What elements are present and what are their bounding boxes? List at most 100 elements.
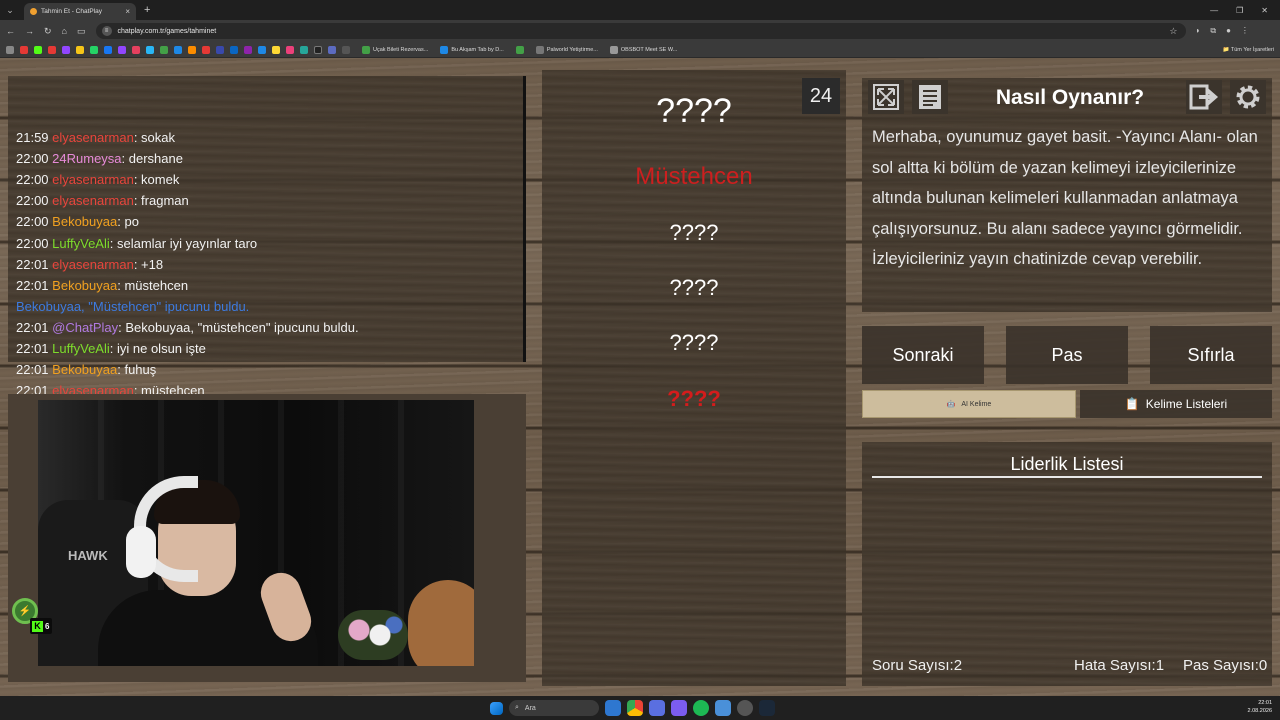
bookmark-icon[interactable] — [515, 45, 524, 54]
home-icon[interactable]: ⌂ — [62, 26, 67, 36]
settings-button[interactable] — [1230, 80, 1266, 114]
chat-time: 22:00 — [16, 151, 49, 167]
chat-message: 22:01 @ChatPlay: Bekobuyaa, "müstehcen" … — [16, 320, 359, 335]
chat-username[interactable]: elyasenarman — [52, 130, 134, 145]
bookmark-twitch-icon[interactable] — [62, 45, 70, 54]
chat-username[interactable]: 24Rumeysa — [52, 151, 121, 166]
extensions-puzzle-icon[interactable]: ⧉ — [1210, 26, 1216, 36]
word-lists-tab[interactable]: 📋 Kelime Listeleri — [1080, 390, 1272, 418]
menu-dots-icon[interactable]: ⋮ — [1241, 26, 1249, 36]
all-bookmarks[interactable]: 📁 Tüm Yer İşaretleri — [1223, 47, 1274, 53]
profile-avatar-icon[interactable]: ● — [1226, 26, 1231, 36]
bookmark-icon[interactable] — [188, 45, 196, 54]
bookmark-flights[interactable]: Uçak Bileti Rezervas... — [362, 45, 428, 54]
site-info-icon[interactable]: ≡ — [101, 26, 112, 36]
chat-message: 22:01 Bekobuyaa: fuhuş — [16, 362, 156, 377]
bookmark-palworld[interactable]: Palworld Yetiştirme... — [535, 45, 598, 54]
chat-text: : sokak — [133, 130, 176, 145]
split-view-icon[interactable]: ▭ — [77, 26, 86, 37]
chat-message: 22:01 LuffyVeAli: iyi ne olsun işte — [16, 341, 206, 356]
chrome-icon[interactable] — [627, 700, 643, 716]
discord-icon[interactable] — [671, 700, 687, 716]
bookmark-icon[interactable] — [146, 45, 154, 54]
notes-button[interactable] — [912, 80, 948, 114]
bookmark-icon[interactable] — [300, 45, 308, 54]
reload-icon[interactable]: ↻ — [44, 26, 52, 37]
close-tab-icon[interactable]: × — [125, 7, 130, 16]
new-tab-icon[interactable]: + — [144, 4, 150, 16]
bookmark-obsbot[interactable]: OBSBOT Meet SE W... — [609, 45, 677, 54]
app-icon[interactable] — [715, 700, 731, 716]
back-icon[interactable]: ← — [6, 26, 15, 36]
bookmark-icon[interactable] — [272, 45, 280, 54]
taskbar-search[interactable]: ⌕ Ara — [509, 700, 599, 716]
restore-icon[interactable]: ❐ — [1236, 6, 1243, 15]
bookmark-icon[interactable] — [258, 45, 266, 54]
bookmark-star-icon[interactable]: ☆ — [1169, 26, 1177, 37]
apps-grid-icon[interactable] — [6, 45, 14, 54]
chat-time: 22:01 — [16, 362, 49, 378]
viewer-count: 6 — [45, 621, 50, 631]
kick-viewer-badge: K 6 — [30, 618, 52, 634]
document-icon — [919, 85, 941, 109]
system-clock[interactable]: 22:01 2.08.2026 — [1248, 699, 1272, 715]
gear-icon — [1236, 85, 1260, 109]
fullscreen-button[interactable] — [868, 80, 904, 114]
chat-text: : dershane — [121, 151, 183, 167]
app-icon[interactable] — [649, 700, 665, 716]
bookmark-icon[interactable] — [244, 45, 252, 54]
next-button[interactable]: Sonraki — [862, 326, 984, 384]
bookmark-icon[interactable] — [160, 45, 168, 54]
steam-icon[interactable] — [759, 700, 775, 716]
bookmark-facebook-icon[interactable] — [104, 45, 112, 54]
forward-icon[interactable]: → — [25, 26, 34, 36]
bookmark-icon[interactable] — [216, 45, 224, 54]
chat-time: 22:00 — [16, 172, 49, 188]
browser-tab[interactable]: Tahmin Et - ChatPlay × — [24, 3, 136, 20]
close-window-icon[interactable]: ✕ — [1261, 6, 1268, 15]
bookmark-favicon-icon — [362, 45, 370, 54]
bookmark-icon[interactable] — [286, 45, 294, 54]
bookmark-icon[interactable] — [118, 45, 126, 54]
hint-word: ???? — [669, 275, 719, 300]
bookmark-linkedin-icon[interactable] — [230, 45, 238, 54]
reset-button[interactable]: Sıfırla — [1150, 326, 1272, 384]
bookmark-instagram-icon[interactable] — [132, 45, 140, 54]
bookmark-icon[interactable] — [48, 45, 56, 54]
bookmark-icon[interactable] — [174, 45, 182, 54]
bookmark-icon[interactable] — [342, 45, 350, 54]
bookmark-kick-icon[interactable] — [34, 45, 42, 54]
chat-username[interactable]: LuffyVeAli — [52, 341, 110, 356]
spotify-icon[interactable] — [693, 700, 709, 716]
chat-message: 22:01 Bekobuyaa: müstehcen — [16, 278, 188, 293]
bookmark-whatsapp-icon[interactable] — [90, 45, 98, 54]
chat-username[interactable]: elyasenarman — [52, 193, 134, 208]
tab-search-icon[interactable]: ⌄ — [0, 0, 20, 20]
chat-username[interactable]: elyasenarman — [52, 257, 134, 272]
pass-button[interactable]: Pas — [1006, 326, 1128, 384]
chat-username[interactable]: LuffyVeAli — [52, 236, 110, 251]
url-text: chatplay.com.tr/games/tahminet — [117, 27, 217, 35]
extension-icon[interactable]: ◗ — [1196, 26, 1201, 36]
howto-text: Merhaba, oyunumuz gayet basit. -Yayıncı … — [872, 128, 1258, 268]
bookmark-icon[interactable] — [328, 45, 336, 54]
obs-icon[interactable] — [737, 700, 753, 716]
bookmark-icon[interactable] — [202, 45, 210, 54]
chat-username[interactable]: @ChatPlay — [52, 320, 118, 335]
chat-username[interactable]: Bekobuyaa — [52, 214, 117, 229]
chat-username[interactable]: Bekobuyaa — [52, 278, 117, 293]
bookmark-tab[interactable]: Bu Akşam Tab by D... — [440, 45, 504, 54]
chat-username[interactable]: Bekobuyaa, "Müstehcen" — [16, 299, 161, 314]
chat-text: : iyi ne olsun işte — [109, 341, 206, 356]
chat-username[interactable]: Bekobuyaa — [52, 362, 117, 377]
bookmark-youtube-icon[interactable] — [20, 45, 28, 54]
ai-word-tab[interactable]: 🤖 AI Kelime — [862, 390, 1076, 418]
edge-icon[interactable] — [605, 700, 621, 716]
chat-username[interactable]: elyasenarman — [52, 172, 134, 187]
start-icon[interactable] — [490, 701, 503, 715]
bookmark-icon[interactable] — [76, 45, 84, 54]
url-bar[interactable]: ≡ chatplay.com.tr/games/tahminet ☆ — [95, 23, 1186, 39]
logout-button[interactable] — [1186, 80, 1222, 114]
minimize-icon[interactable]: — — [1210, 6, 1218, 15]
bookmark-x-icon[interactable] — [314, 45, 322, 54]
